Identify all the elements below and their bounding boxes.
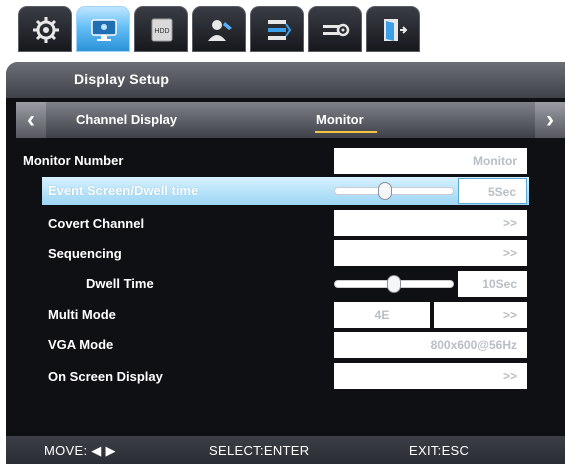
dwell-time-value[interactable]: 10Sec: [458, 271, 527, 297]
multi-mode-button[interactable]: >>: [434, 302, 527, 328]
covert-channel-label: Covert Channel: [48, 216, 145, 231]
hdd-icon: HDD: [151, 18, 173, 42]
gear-icon: [33, 17, 59, 43]
multi-mode-value[interactable]: 4E: [334, 302, 430, 328]
event-screen-slider[interactable]: [334, 178, 454, 204]
monitor-number-field[interactable]: Monitor: [334, 148, 527, 174]
footer-hint-bar: MOVE: ◀ ▶ SELECT:ENTER EXIT:ESC: [6, 436, 565, 464]
event-screen-value[interactable]: 5Sec: [458, 178, 527, 204]
vga-mode-label: VGA Mode: [48, 337, 114, 352]
exit-door-icon: [384, 19, 408, 41]
svg-text:HDD: HDD: [154, 28, 169, 35]
previous-page-button[interactable]: ‹: [16, 102, 46, 138]
settings-slider-icon: [323, 23, 350, 37]
exit-hint: EXIT:ESC: [409, 443, 470, 458]
on-screen-display-label: On Screen Display: [48, 369, 163, 384]
on-screen-display-button[interactable]: >>: [334, 363, 527, 389]
vga-mode-field[interactable]: 800x600@56Hz: [334, 332, 527, 358]
slider-knob[interactable]: [387, 275, 401, 293]
event-screen-label: Event Screen/Dwell time: [48, 183, 199, 198]
covert-channel-button[interactable]: >>: [334, 210, 527, 236]
move-hint: MOVE: ◀ ▶: [44, 443, 116, 458]
select-hint: SELECT:ENTER: [209, 443, 310, 458]
sequencing-button[interactable]: >>: [334, 240, 527, 266]
active-tab-indicator: [315, 131, 377, 133]
tab-monitor[interactable]: Monitor: [316, 112, 364, 127]
network-icon: [268, 20, 292, 40]
title-bar: Display Setup: [6, 62, 565, 98]
tab-channel-display[interactable]: Channel Display: [76, 112, 177, 127]
dvr-menu: HDD Display Setup ‹ › Channel Display Mo…: [0, 0, 565, 464]
slider-track: [334, 187, 454, 195]
dwell-time-label: Dwell Time: [86, 276, 154, 291]
tab-user[interactable]: [192, 6, 246, 52]
sequencing-label: Sequencing: [48, 246, 122, 261]
tab-settings[interactable]: [308, 6, 362, 52]
monitor-icon: [91, 19, 117, 41]
tab-display[interactable]: [76, 6, 130, 52]
next-page-button[interactable]: ›: [535, 102, 565, 138]
user-icon: [208, 20, 232, 41]
settings-panel: Display Setup ‹ › Channel Display Monito…: [6, 62, 565, 464]
tab-storage[interactable]: HDD: [134, 6, 188, 52]
tab-network[interactable]: [250, 6, 304, 52]
multi-mode-label: Multi Mode: [48, 307, 116, 322]
page-title: Display Setup: [74, 71, 170, 87]
tab-system[interactable]: [18, 6, 72, 52]
tab-exit[interactable]: [366, 6, 420, 52]
monitor-number-label: Monitor Number: [23, 153, 124, 168]
slider-knob[interactable]: [378, 182, 392, 200]
dwell-time-slider[interactable]: [334, 271, 454, 297]
